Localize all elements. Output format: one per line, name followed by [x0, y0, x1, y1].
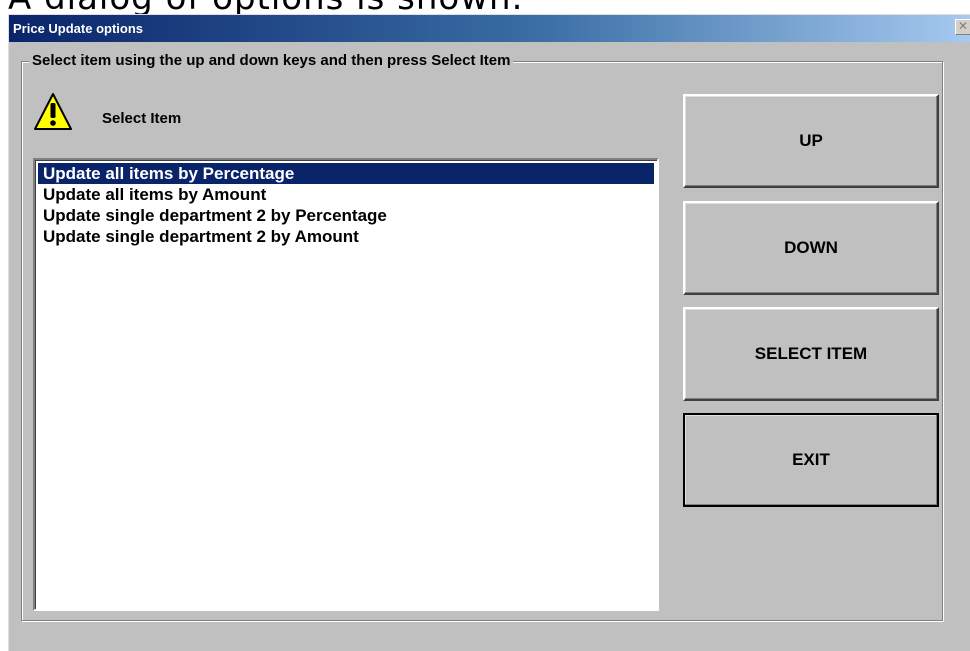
close-icon: ✕ — [957, 19, 969, 33]
select-item-label: Select Item — [102, 110, 182, 127]
groupbox-legend: Select item using the up and down keys a… — [29, 52, 514, 69]
list-item[interactable]: Update all items by Percentage — [38, 163, 654, 184]
up-button[interactable]: UP — [683, 94, 939, 188]
select-item-button[interactable]: SELECT ITEM — [683, 307, 939, 401]
list-item[interactable]: Update single department 2 by Amount — [38, 226, 654, 247]
exit-button[interactable]: EXIT — [683, 413, 939, 507]
close-button[interactable]: ✕ — [955, 19, 970, 35]
down-button[interactable]: DOWN — [683, 201, 939, 295]
title-bar[interactable]: Price Update options ✕ — [9, 15, 970, 42]
list-item[interactable]: Update single department 2 by Percentage — [38, 205, 654, 226]
window-title: Price Update options — [13, 21, 144, 36]
warning-icon — [34, 93, 72, 130]
list-item[interactable]: Update all items by Amount — [38, 184, 654, 205]
options-listbox[interactable]: Update all items by Percentage Update al… — [33, 158, 659, 611]
